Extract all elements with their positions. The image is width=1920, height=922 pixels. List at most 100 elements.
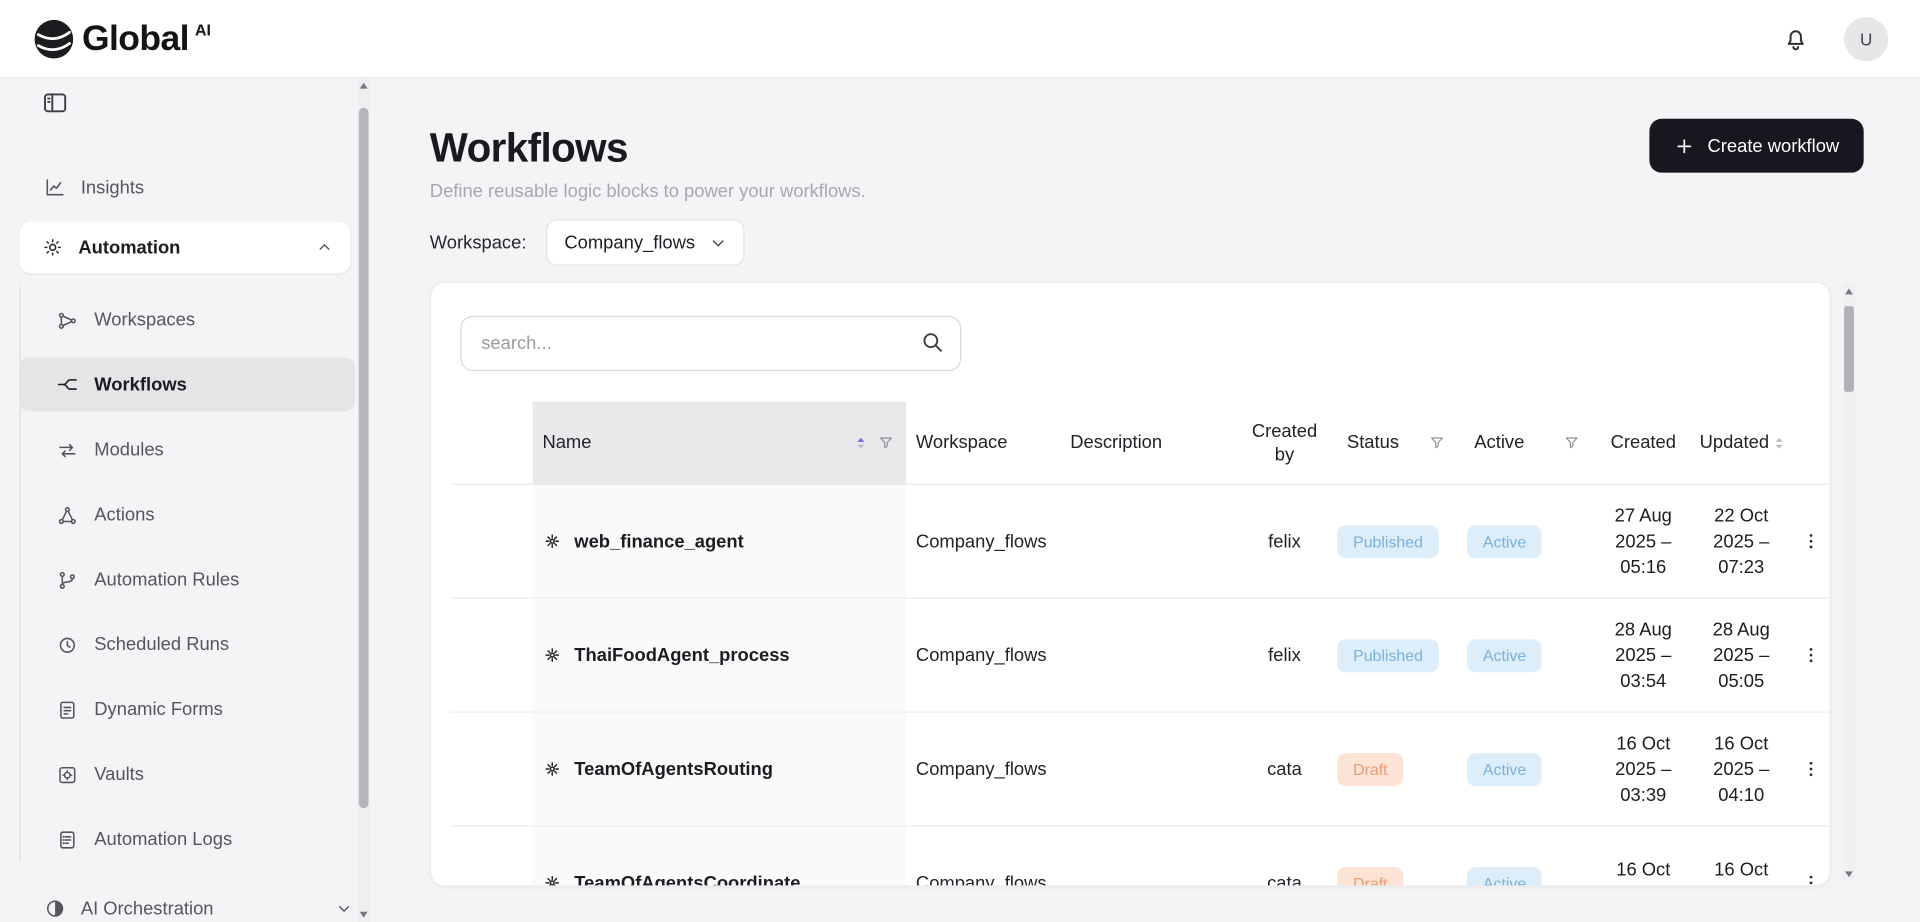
table-row[interactable]: ThaiFoodAgent_process Company_flows feli… bbox=[451, 599, 1831, 713]
column-label: Active bbox=[1474, 432, 1524, 453]
workflow-node-icon bbox=[542, 645, 562, 665]
workflows-flow-icon bbox=[56, 373, 78, 395]
sidebar-item-label: Workspaces bbox=[94, 310, 195, 331]
column-header-active[interactable]: Active bbox=[1460, 402, 1595, 484]
column-header-updated[interactable]: Updated bbox=[1692, 402, 1790, 484]
scroll-down-arrow[interactable] bbox=[358, 907, 370, 922]
workflow-name: TeamOfAgentsRouting bbox=[574, 759, 773, 780]
create-workflow-label: Create workflow bbox=[1708, 135, 1840, 156]
workspace-selected-value: Company_flows bbox=[564, 232, 695, 253]
sidebar-item-workspaces[interactable]: Workspaces bbox=[0, 288, 370, 353]
scroll-up-arrow[interactable] bbox=[358, 78, 370, 93]
workflow-name: TeamOfAgentsCoordinate bbox=[574, 872, 800, 886]
table-row[interactable]: TeamOfAgentsCoordinate Company_flows cat… bbox=[451, 827, 1831, 887]
workspace-dropdown[interactable]: Company_flows bbox=[546, 219, 744, 266]
table-header-row: Name Workspace Description Created by bbox=[451, 402, 1831, 485]
status-cell: Draft bbox=[1332, 866, 1459, 886]
scrollbar-thumb[interactable] bbox=[1844, 306, 1854, 392]
status-cell: Published bbox=[1332, 639, 1459, 672]
sidebar-item-label: Actions bbox=[94, 504, 154, 525]
workflow-node-icon bbox=[542, 531, 562, 551]
automation-submenu: Workspaces Workflows Modules bbox=[0, 282, 370, 872]
active-badge: Active bbox=[1467, 752, 1542, 785]
sidebar-item-actions[interactable]: Actions bbox=[0, 482, 370, 547]
column-header-menu bbox=[1790, 402, 1830, 484]
sidebar-item-automation-logs[interactable]: Automation Logs bbox=[0, 807, 370, 872]
row-menu-kebab-icon[interactable] bbox=[1790, 873, 1830, 886]
user-avatar[interactable]: U bbox=[1844, 17, 1888, 61]
active-badge: Active bbox=[1467, 525, 1542, 558]
sidebar-item-ai-orchestration[interactable]: AI Orchestration bbox=[0, 882, 370, 922]
status-cell: Draft bbox=[1332, 752, 1459, 785]
row-menu-kebab-icon[interactable] bbox=[1790, 531, 1830, 551]
sidebar-item-workflows[interactable]: Workflows bbox=[20, 358, 356, 412]
workflow-name-cell[interactable]: TeamOfAgentsCoordinate bbox=[533, 827, 906, 887]
active-badge: Active bbox=[1467, 639, 1542, 672]
form-document-icon bbox=[56, 699, 78, 721]
scroll-up-arrow[interactable] bbox=[1843, 284, 1855, 299]
column-header-workspace[interactable]: Workspace bbox=[906, 402, 1060, 484]
rules-branch-icon bbox=[56, 569, 78, 591]
sidebar-item-vaults[interactable]: Vaults bbox=[0, 742, 370, 807]
scroll-down-arrow[interactable] bbox=[1843, 867, 1855, 882]
workspace-cell: Company_flows bbox=[906, 531, 1060, 552]
table-row[interactable]: web_finance_agent Company_flows felix Pu… bbox=[451, 485, 1831, 599]
workflows-table: Name Workspace Description Created by bbox=[451, 402, 1831, 887]
sidebar-item-automation[interactable]: Automation bbox=[20, 222, 351, 273]
filter-icon[interactable] bbox=[1564, 435, 1580, 451]
column-header-created-by[interactable]: Created by bbox=[1237, 402, 1333, 484]
sidebar-scrollbar[interactable] bbox=[358, 78, 370, 922]
scrollbar-thumb[interactable] bbox=[359, 108, 369, 808]
workflow-name-cell[interactable]: ThaiFoodAgent_process bbox=[533, 599, 906, 712]
row-menu-kebab-icon[interactable] bbox=[1790, 759, 1830, 779]
status-badge: Draft bbox=[1337, 866, 1403, 886]
clock-icon bbox=[56, 634, 78, 656]
vault-icon bbox=[56, 763, 78, 785]
active-badge: Active bbox=[1467, 866, 1542, 886]
sidebar-item-label: Modules bbox=[94, 440, 163, 461]
sidebar-item-insights[interactable]: Insights bbox=[0, 160, 370, 214]
sidebar-item-dynamic-forms[interactable]: Dynamic Forms bbox=[0, 677, 370, 742]
table-scrollbar[interactable] bbox=[1843, 284, 1855, 882]
app-logo[interactable]: Global AI bbox=[32, 17, 211, 61]
sidebar-item-label: Automation Rules bbox=[94, 569, 239, 590]
create-workflow-button[interactable]: Create workflow bbox=[1650, 119, 1864, 173]
sidebar-item-label: Vaults bbox=[94, 764, 144, 785]
sidebar-collapse-button[interactable] bbox=[42, 89, 69, 116]
page-shell: Insights Automation bbox=[0, 78, 1920, 922]
sidebar-item-label: Scheduled Runs bbox=[94, 634, 229, 655]
globe-logo-icon bbox=[32, 17, 76, 61]
workflow-name-cell[interactable]: web_finance_agent bbox=[533, 485, 906, 598]
column-label: Status bbox=[1347, 432, 1399, 453]
sort-icon[interactable] bbox=[852, 434, 869, 451]
sidebar-item-label: Dynamic Forms bbox=[94, 699, 223, 720]
filter-icon[interactable] bbox=[878, 435, 894, 451]
workspace-label: Workspace: bbox=[430, 232, 527, 253]
workflow-name: ThaiFoodAgent_process bbox=[574, 645, 789, 666]
search-input[interactable] bbox=[460, 316, 961, 371]
updated-cell: 22 Oct 2025 – 07:23 bbox=[1692, 503, 1790, 580]
updated-cell: 16 Oct 2025 – bbox=[1692, 857, 1790, 886]
sort-icon[interactable] bbox=[1771, 434, 1788, 451]
sidebar-item-modules[interactable]: Modules bbox=[0, 418, 370, 483]
column-header-created[interactable]: Created bbox=[1594, 402, 1692, 484]
column-header-status[interactable]: Status bbox=[1332, 402, 1459, 484]
filter-icon[interactable] bbox=[1429, 435, 1445, 451]
sidebar-item-scheduled-runs[interactable]: Scheduled Runs bbox=[0, 612, 370, 677]
app-root: Global AI U Insights bbox=[0, 0, 1920, 922]
column-header-description[interactable]: Description bbox=[1060, 402, 1236, 484]
notifications-bell-icon[interactable] bbox=[1782, 24, 1810, 52]
created-by-cell: felix bbox=[1237, 531, 1333, 552]
logs-document-icon bbox=[56, 828, 78, 850]
workflow-node-icon bbox=[542, 873, 562, 886]
sidebar-item-automation-rules[interactable]: Automation Rules bbox=[0, 547, 370, 612]
table-row[interactable]: TeamOfAgentsRouting Company_flows cata D… bbox=[451, 713, 1831, 827]
workspace-cell: Company_flows bbox=[906, 645, 1060, 666]
search-icon[interactable] bbox=[920, 329, 946, 355]
plus-icon bbox=[1674, 135, 1695, 156]
workflow-name-cell[interactable]: TeamOfAgentsRouting bbox=[533, 713, 906, 826]
column-header-name[interactable]: Name bbox=[533, 402, 906, 484]
row-menu-kebab-icon[interactable] bbox=[1790, 645, 1830, 665]
chevron-up-icon bbox=[316, 239, 333, 256]
created-by-cell: cata bbox=[1237, 759, 1333, 780]
